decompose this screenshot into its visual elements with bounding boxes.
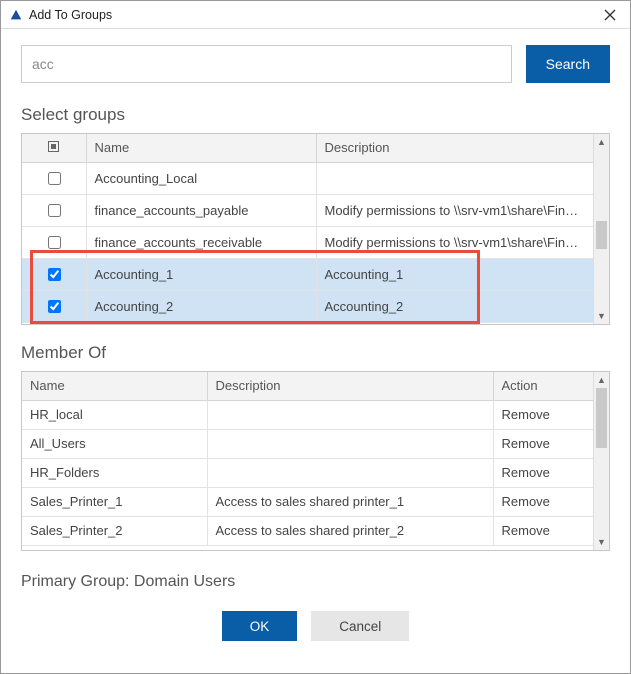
select-groups-table: Name Description Accounting_Localfinance…: [21, 133, 610, 325]
member-of-title: Member Of: [21, 343, 610, 363]
table-row[interactable]: finance_accounts_payableModify permissio…: [22, 194, 593, 226]
row-description: [207, 429, 493, 458]
ok-button[interactable]: OK: [222, 611, 298, 641]
column-name[interactable]: Name: [86, 134, 316, 162]
row-name: HR_Folders: [22, 458, 207, 487]
row-name: finance_accounts_receivable: [86, 226, 316, 258]
table-row[interactable]: finance_accounts_receivableModify permis…: [22, 226, 593, 258]
close-button[interactable]: [596, 3, 624, 27]
table-row[interactable]: HR_Folders Remove: [22, 458, 593, 487]
row-checkbox[interactable]: [48, 300, 61, 313]
row-description: [207, 400, 493, 429]
column-name[interactable]: Name: [22, 372, 207, 400]
remove-action[interactable]: Remove: [493, 400, 593, 429]
scroll-up-icon[interactable]: ▲: [594, 134, 609, 150]
dialog-window: Add To Groups Search Select groups Name …: [0, 0, 631, 674]
indeterminate-checkbox-icon: [48, 141, 59, 152]
row-name: Sales_Printer_1: [22, 487, 207, 516]
row-checkbox[interactable]: [48, 268, 61, 281]
primary-group-label: Primary Group: Domain Users: [21, 573, 610, 591]
remove-action[interactable]: Remove: [493, 458, 593, 487]
scroll-up-icon[interactable]: ▲: [594, 372, 609, 388]
search-button[interactable]: Search: [526, 45, 610, 83]
row-name: Sales_Printer_2: [22, 516, 207, 545]
table-row[interactable]: Accounting_1Accounting_1: [22, 258, 593, 290]
member-of-table: Name Description Action HR_localRemoveAl…: [21, 371, 610, 551]
remove-action[interactable]: Remove: [493, 429, 593, 458]
column-action[interactable]: Action: [493, 372, 593, 400]
remove-action[interactable]: Remove: [493, 516, 593, 545]
search-input[interactable]: [21, 45, 512, 83]
scroll-thumb[interactable]: [596, 388, 607, 448]
scroll-down-icon[interactable]: ▼: [594, 534, 609, 550]
row-checkbox[interactable]: [48, 172, 61, 185]
table-row[interactable]: All_Users Remove: [22, 429, 593, 458]
row-name: Accounting_Local: [86, 162, 316, 194]
scroll-down-icon[interactable]: ▼: [594, 308, 609, 324]
row-description: Access to sales shared printer_2: [207, 516, 493, 545]
column-description[interactable]: Description: [316, 134, 593, 162]
table-row[interactable]: Accounting_Local: [22, 162, 593, 194]
table-row[interactable]: Sales_Printer_1Access to sales shared pr…: [22, 487, 593, 516]
table-row[interactable]: Sales_Printer_2Access to sales shared pr…: [22, 516, 593, 545]
search-row: Search: [21, 45, 610, 83]
close-icon: [604, 9, 616, 21]
row-checkbox[interactable]: [48, 236, 61, 249]
column-description[interactable]: Description: [207, 372, 493, 400]
row-name: finance_accounts_payable: [86, 194, 316, 226]
select-groups-scrollbar[interactable]: ▲ ▼: [593, 134, 609, 324]
row-name: Accounting_1: [86, 258, 316, 290]
row-description: Accounting_1: [316, 258, 593, 290]
row-name: Accounting_2: [86, 290, 316, 322]
row-description: Access to sales shared printer_1: [207, 487, 493, 516]
app-logo-icon: [9, 8, 23, 22]
row-description: Accounting_2: [316, 290, 593, 322]
row-description: Modify permissions to \\srv-vm1\share\Fi…: [316, 194, 593, 226]
window-title: Add To Groups: [29, 8, 596, 22]
titlebar: Add To Groups: [1, 1, 630, 29]
select-groups-title: Select groups: [21, 105, 610, 125]
cancel-button[interactable]: Cancel: [311, 611, 409, 641]
row-name: All_Users: [22, 429, 207, 458]
row-checkbox[interactable]: [48, 204, 61, 217]
table-row[interactable]: HR_local Remove: [22, 400, 593, 429]
row-description: [316, 162, 593, 194]
dialog-content: Search Select groups Name Description Ac…: [1, 29, 630, 673]
row-name: HR_local: [22, 400, 207, 429]
scroll-thumb[interactable]: [596, 221, 607, 249]
row-description: Modify permissions to \\srv-vm1\share\Fi…: [316, 226, 593, 258]
remove-action[interactable]: Remove: [493, 487, 593, 516]
member-of-scrollbar[interactable]: ▲ ▼: [593, 372, 609, 550]
row-description: [207, 458, 493, 487]
dialog-footer: OK Cancel: [21, 605, 610, 657]
select-all-header[interactable]: [22, 134, 86, 162]
table-row[interactable]: Accounting_2Accounting_2: [22, 290, 593, 322]
